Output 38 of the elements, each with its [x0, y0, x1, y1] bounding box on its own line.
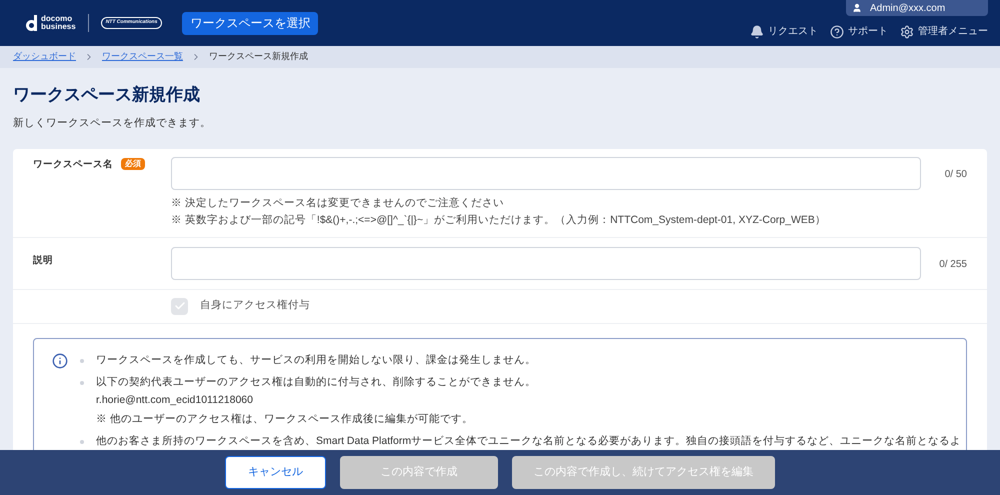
- checkbox-label: 自身にアクセス権付与: [200, 298, 310, 314]
- breadcrumb-current: ワークスペース新規作成: [209, 50, 308, 64]
- header-nav-link[interactable]: リクエスト: [750, 24, 818, 39]
- character-counter: 0/ 50: [944, 168, 967, 182]
- action-button[interactable]: キャンセル: [225, 456, 326, 489]
- logo-text: business: [41, 23, 76, 31]
- breadcrumb-link[interactable]: ワークスペース一覧: [102, 50, 183, 64]
- settings-icon: [900, 24, 914, 38]
- info-text: 他のお客さま所持のワークスペースを含め、Smart Data Platformサービス全体でユニークな名前となる必要があります。独自の接頭語を付与するなど、ユニークな名前となるよ: [96, 434, 962, 449]
- bullet-icon: [80, 380, 84, 384]
- info-icon: [52, 352, 68, 369]
- user-email: Admin@xxx.com: [870, 2, 946, 16]
- description-input[interactable]: [171, 246, 921, 280]
- letter-d-logo-icon: [26, 15, 37, 31]
- logo-text: docomo: [41, 15, 74, 23]
- header-nav-link[interactable]: サポート: [830, 24, 888, 39]
- character-counter: 0/ 255: [938, 258, 967, 272]
- workspace-name-input[interactable]: [171, 157, 921, 190]
- bell-icon: [750, 24, 764, 38]
- header-nav-link[interactable]: 管理者メニュー: [900, 24, 988, 39]
- info-text: ワークスペースを作成しても、サービスの利用を開始しない限り、課金は発生しません。: [96, 352, 536, 368]
- help-icon: [830, 24, 844, 38]
- breadcrumb-link[interactable]: ダッシュボード: [13, 50, 76, 64]
- info-text: ※ 他のユーザーのアクセス権は、ワークスペース作成後に編集が可能です。: [96, 412, 474, 427]
- field-note: ※ 決定したワークスペース名は変更できませんのでご注意ください: [171, 196, 505, 212]
- info-text: 以下の契約代表ユーザーのアクセス権は自動的に付与され、削除することができません。: [96, 374, 536, 390]
- field-note: ※ 英数字および一部の記号「!$&()+,-.;<=>@[]^_`{|}~」がご利用いただけます。（入力例：NTTCom_System-dept-01, XYZ-Corp_WEB）: [171, 213, 827, 228]
- required-badge: 必須: [121, 158, 145, 170]
- bullet-icon: [80, 358, 84, 363]
- bullet-icon: [80, 440, 84, 444]
- user-icon: [852, 3, 862, 13]
- user-menu[interactable]: Admin@xxx.com: [846, 0, 988, 16]
- workspace-select-button[interactable]: ワークスペースを選択: [182, 12, 318, 34]
- field-label: ワークスペース名: [33, 158, 113, 172]
- page-title: ワークスペース新規作成: [13, 84, 201, 106]
- field-label: 説明: [33, 254, 53, 266]
- info-text: r.horie@ntt.com_ecid1011218060: [96, 393, 254, 408]
- page-subtitle: 新しくワークスペースを作成できます。: [13, 116, 212, 130]
